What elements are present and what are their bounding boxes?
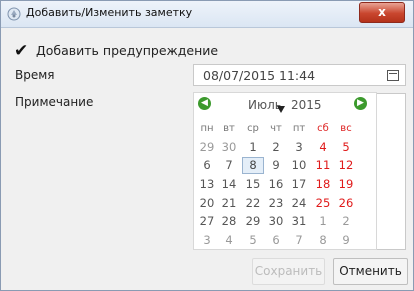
weekday-header: вт (223, 123, 235, 134)
calendar-year[interactable]: 2015 (291, 98, 322, 112)
weekday-header: пн (200, 123, 214, 134)
app-icon (7, 7, 21, 21)
calendar-icon[interactable] (387, 70, 399, 81)
calendar-day[interactable]: 27 (196, 213, 218, 230)
weekday-header: ср (247, 123, 259, 134)
calendar-day[interactable]: 13 (196, 176, 218, 193)
calendar-day[interactable]: 31 (288, 213, 310, 230)
save-button[interactable]: Сохранить (252, 258, 325, 285)
next-month-icon[interactable]: ▶ (354, 97, 367, 110)
calendar-day[interactable]: 5 (242, 232, 264, 249)
close-icon: x (378, 5, 386, 19)
warning-checkbox-label: Добавить предупреждение (36, 43, 219, 58)
close-button[interactable]: x (359, 2, 405, 23)
calendar-day[interactable]: 22 (242, 195, 264, 212)
calendar-day[interactable]: 17 (288, 176, 310, 193)
calendar-day[interactable]: 30 (218, 139, 240, 156)
calendar-day[interactable]: 1 (312, 213, 334, 230)
calendar-day[interactable]: 19 (335, 176, 357, 193)
calendar-day[interactable]: 28 (218, 213, 240, 230)
calendar-day[interactable]: 3 (288, 139, 310, 156)
calendar-day[interactable]: 10 (288, 157, 310, 174)
calendar-day[interactable]: 23 (265, 195, 287, 212)
time-label: Время (15, 68, 55, 82)
weekday-header: сб (317, 123, 329, 134)
calendar-day[interactable]: 6 (196, 157, 218, 174)
calendar-day[interactable]: 4 (218, 232, 240, 249)
mouse-cursor-icon (277, 106, 285, 113)
calendar-day[interactable]: 5 (335, 139, 357, 156)
calendar-day[interactable]: 4 (312, 139, 334, 156)
weekday-header: пт (292, 123, 306, 134)
checkmark-icon[interactable]: ✔ (14, 41, 28, 61)
cancel-button[interactable]: Отменить (333, 258, 408, 285)
calendar-day[interactable]: 1 (242, 139, 264, 156)
calendar-day[interactable]: 12 (335, 157, 357, 174)
calendar-day[interactable]: 20 (196, 195, 218, 212)
calendar-day[interactable]: 7 (288, 232, 310, 249)
calendar-day[interactable]: 2 (335, 213, 357, 230)
weekday-header: вс (340, 123, 352, 134)
calendar-day[interactable]: 3 (196, 232, 218, 249)
calendar-day[interactable]: 2 (265, 139, 287, 156)
datetime-field[interactable]: 08/07/2015 11:44 (193, 64, 406, 86)
calendar-day[interactable]: 21 (218, 195, 240, 212)
calendar-day[interactable]: 9 (265, 157, 287, 174)
calendar-day[interactable]: 7 (218, 157, 240, 174)
title-bar: Добавить/Изменить заметку x (1, 1, 413, 28)
calendar-day[interactable]: 14 (218, 176, 240, 193)
calendar-day[interactable]: 26 (335, 195, 357, 212)
calendar-day[interactable]: 29 (242, 213, 264, 230)
calendar-day[interactable]: 8 (312, 232, 334, 249)
note-label: Примечание (15, 95, 94, 109)
datetime-value: 08/07/2015 11:44 (203, 68, 316, 83)
calendar-day[interactable]: 16 (265, 176, 287, 193)
prev-month-icon[interactable]: ◀ (198, 97, 211, 110)
calendar-day[interactable]: 29 (196, 139, 218, 156)
calendar-day[interactable]: 18 (312, 176, 334, 193)
calendar-day[interactable]: 11 (312, 157, 334, 174)
calendar-day[interactable]: 8 (242, 157, 264, 174)
calendar-day[interactable]: 15 (242, 176, 264, 193)
calendar-day[interactable]: 25 (312, 195, 334, 212)
calendar-day[interactable]: 30 (265, 213, 287, 230)
calendar-popup: ◀ Июль 2015 ▶ пн вт ср чт пт сб вс 29 30 1 2 3 4 5 6 7 8… (193, 92, 377, 250)
window-title: Добавить/Изменить заметку (26, 6, 193, 19)
weekday-header: чт (270, 123, 282, 134)
calendar-day[interactable]: 9 (335, 232, 357, 249)
calendar-day[interactable]: 6 (265, 232, 287, 249)
calendar-day[interactable]: 24 (288, 195, 310, 212)
